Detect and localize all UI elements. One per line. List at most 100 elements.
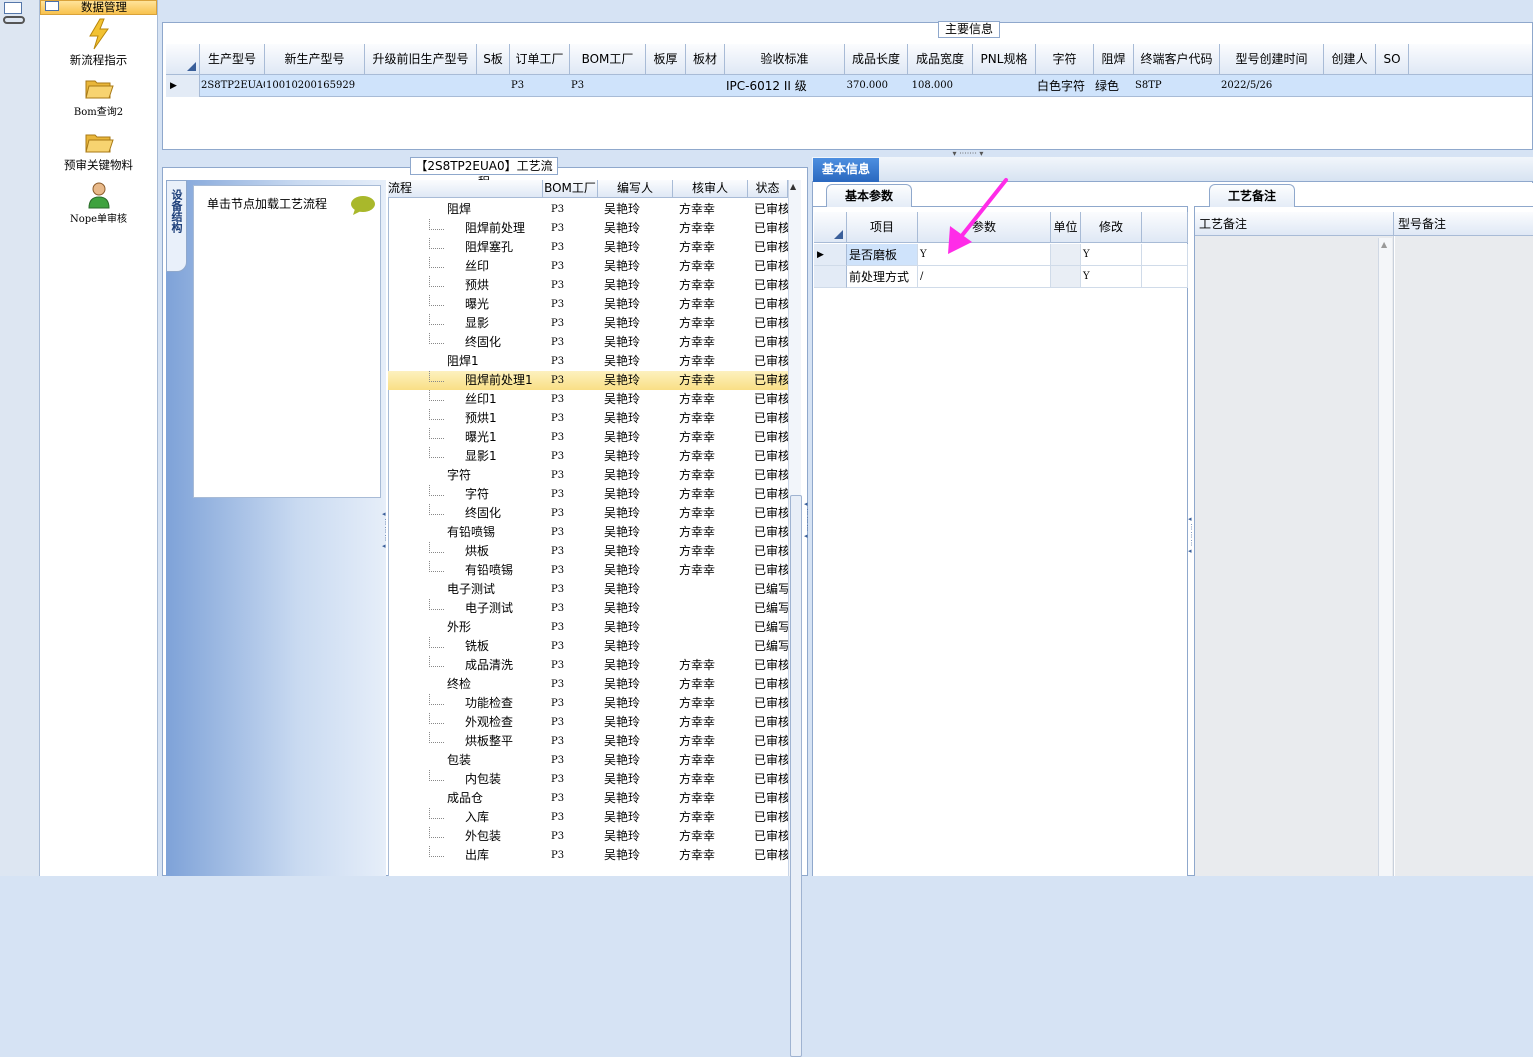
main-cell[interactable]: 2S8TP2EUA0 xyxy=(200,75,265,97)
main-col-header[interactable]: 字符 xyxy=(1036,44,1094,75)
process-tree-box[interactable]: 单击节点加载工艺流程 xyxy=(193,185,381,498)
process-row[interactable]: 显影1 P3 吴艳玲 方幸幸 已审核 xyxy=(388,447,788,466)
main-cell[interactable]: S8TP xyxy=(1134,75,1220,97)
vertical-splitter[interactable]: ◂ ⋮ ⋮ ⋮ ◂ xyxy=(804,500,811,570)
main-col-header[interactable]: 成品宽度 xyxy=(908,44,973,75)
main-cell[interactable] xyxy=(477,75,510,97)
main-cell[interactable]: P3 xyxy=(570,75,646,97)
nav-item-new-process[interactable]: 新流程指示 xyxy=(41,18,156,68)
main-col-header[interactable]: 阻焊 xyxy=(1094,44,1134,75)
process-row[interactable]: 丝印 P3 吴艳玲 方幸幸 已审核 xyxy=(388,257,788,276)
main-col-header[interactable]: 板材 xyxy=(686,44,725,75)
process-row[interactable]: −包装P3吴艳玲方幸幸已审核 xyxy=(388,751,788,770)
main-col-header[interactable]: 新生产型号 xyxy=(265,44,365,75)
main-cell[interactable]: 108.000 xyxy=(908,75,973,97)
param-col-header[interactable]: 项目 xyxy=(847,212,918,243)
process-row[interactable]: 内包装 P3 吴艳玲 方幸幸 已审核 xyxy=(388,770,788,789)
process-row[interactable]: 功能检查 P3 吴艳玲 方幸幸 已审核 xyxy=(388,694,788,713)
main-col-header[interactable]: 成品长度 xyxy=(845,44,908,75)
main-cell[interactable]: P3 xyxy=(510,75,570,97)
process-row[interactable]: 阻焊前处理1 P3 吴艳玲 方幸幸 已审核 xyxy=(388,371,788,390)
main-grid-corner[interactable] xyxy=(166,44,200,75)
process-row[interactable]: 终固化 P3 吴艳玲 方幸幸 已审核 xyxy=(388,504,788,523)
process-col-header[interactable]: 状态 xyxy=(748,180,788,198)
nav-item-nope-review[interactable]: Nope单审核 xyxy=(41,181,156,225)
param-cell-unit[interactable] xyxy=(1051,266,1081,288)
main-col-header[interactable]: 订单工厂 xyxy=(510,44,570,75)
main-cell[interactable] xyxy=(646,75,686,97)
process-row[interactable]: 曝光 P3 吴艳玲 方幸幸 已审核 xyxy=(388,295,788,314)
main-col-header[interactable]: 创建人 xyxy=(1324,44,1376,75)
process-row[interactable]: −成品仓P3吴艳玲方幸幸已审核 xyxy=(388,789,788,808)
main-cell[interactable]: 白色字符 xyxy=(1036,75,1094,97)
process-col-header[interactable]: 编写人 xyxy=(598,180,673,198)
tab-basic-params[interactable]: 基本参数 xyxy=(826,184,912,207)
process-row[interactable]: −电子测试P3吴艳玲已编写 xyxy=(388,580,788,599)
main-col-header[interactable]: 升级前旧生产型号 xyxy=(365,44,477,75)
process-row[interactable]: 电子测试 P3 吴艳玲 已编写 xyxy=(388,599,788,618)
process-col-header[interactable]: BOM工厂 xyxy=(543,180,598,198)
main-cell[interactable]: IPC-6012 II 级 xyxy=(725,75,845,97)
tab-process-notes[interactable]: 工艺备注 xyxy=(1209,184,1295,207)
nav-top-item[interactable]: 数据管理 xyxy=(40,0,157,15)
main-col-header[interactable]: SO xyxy=(1376,44,1409,75)
link-icon[interactable] xyxy=(3,16,25,24)
process-row[interactable]: 终固化 P3 吴艳玲 方幸幸 已审核 xyxy=(388,333,788,352)
main-cell[interactable] xyxy=(365,75,477,97)
tab-device-structure[interactable]: 设备结构 xyxy=(166,180,187,272)
process-row[interactable]: 丝印1 P3 吴艳玲 方幸幸 已审核 xyxy=(388,390,788,409)
main-cell[interactable] xyxy=(973,75,1036,97)
main-col-header[interactable]: 板厚 xyxy=(646,44,686,75)
process-row[interactable]: 显影 P3 吴艳玲 方幸幸 已审核 xyxy=(388,314,788,333)
process-row[interactable]: 阻焊前处理 P3 吴艳玲 方幸幸 已审核 xyxy=(388,219,788,238)
main-col-header[interactable]: 型号创建时间 xyxy=(1220,44,1324,75)
vertical-splitter[interactable]: ◂ ⋮ ⋮ ⋮ ◂ xyxy=(382,510,389,580)
main-col-header[interactable]: 终端客户代码 xyxy=(1134,44,1220,75)
process-row[interactable]: 预烘1 P3 吴艳玲 方幸幸 已审核 xyxy=(388,409,788,428)
notes-col-process[interactable]: 工艺备注 xyxy=(1195,212,1394,236)
param-cell-modify[interactable]: Y xyxy=(1081,266,1142,288)
param-cell-item[interactable]: 前处理方式 xyxy=(847,266,918,288)
calendar-icon[interactable] xyxy=(4,2,22,14)
main-cell[interactable]: 2022/5/26 xyxy=(1220,75,1324,97)
process-row[interactable]: 成品清洗 P3 吴艳玲 方幸幸 已审核 xyxy=(388,656,788,675)
scroll-thumb[interactable] xyxy=(790,495,802,1057)
notes-process-area[interactable] xyxy=(1195,236,1394,876)
process-row[interactable]: −有铅喷锡P3吴艳玲方幸幸已审核 xyxy=(388,523,788,542)
param-cell-unit[interactable] xyxy=(1051,244,1081,266)
process-row[interactable]: −阻焊P3吴艳玲方幸幸已审核 xyxy=(388,200,788,219)
notes-model-area[interactable] xyxy=(1395,236,1533,876)
param-col-header[interactable]: 单位 xyxy=(1051,212,1081,243)
process-row[interactable]: 预烘 P3 吴艳玲 方幸幸 已审核 xyxy=(388,276,788,295)
main-cell[interactable] xyxy=(1324,75,1376,97)
notes-scrollbar[interactable]: ▲ xyxy=(1378,238,1392,876)
main-col-header[interactable]: BOM工厂 xyxy=(570,44,646,75)
main-col-header[interactable]: 验收标准 xyxy=(725,44,845,75)
process-row[interactable]: 烘板整平 P3 吴艳玲 方幸幸 已审核 xyxy=(388,732,788,751)
main-cell[interactable]: 绿色 xyxy=(1094,75,1134,97)
process-row[interactable]: −字符P3吴艳玲方幸幸已审核 xyxy=(388,466,788,485)
notes-col-model[interactable]: 型号备注 xyxy=(1394,212,1533,236)
nav-item-bom-query[interactable]: Bom查询2 xyxy=(41,76,156,118)
param-cell-item[interactable]: 是否磨板 xyxy=(847,244,918,266)
process-row[interactable]: −外形P3吴艳玲已编写 xyxy=(388,618,788,637)
process-row[interactable]: 入库 P3 吴艳玲 方幸幸 已审核 xyxy=(388,808,788,827)
process-row[interactable]: 字符 P3 吴艳玲 方幸幸 已审核 xyxy=(388,485,788,504)
main-cell[interactable]: 370.000 xyxy=(845,75,908,97)
param-cell-modify[interactable]: Y xyxy=(1081,244,1142,266)
scroll-up-icon[interactable]: ▲ xyxy=(1381,240,1387,249)
scroll-up-icon[interactable]: ▲ xyxy=(790,182,796,191)
process-row[interactable]: 出库 P3 吴艳玲 方幸幸 已审核 xyxy=(388,846,788,865)
process-col-header[interactable]: 流程 xyxy=(388,180,543,198)
main-col-header[interactable]: 生产型号 xyxy=(200,44,265,75)
main-cell[interactable] xyxy=(686,75,725,97)
process-row[interactable]: 外观检查 P3 吴艳玲 方幸幸 已审核 xyxy=(388,713,788,732)
process-row[interactable]: −阻焊1P3吴艳玲方幸幸已审核 xyxy=(388,352,788,371)
process-row[interactable]: 外包装 P3 吴艳玲 方幸幸 已审核 xyxy=(388,827,788,846)
process-row[interactable]: 烘板 P3 吴艳玲 方幸幸 已审核 xyxy=(388,542,788,561)
process-row[interactable]: 曝光1 P3 吴艳玲 方幸幸 已审核 xyxy=(388,428,788,447)
process-row[interactable]: 阻焊塞孔 P3 吴艳玲 方幸幸 已审核 xyxy=(388,238,788,257)
main-col-header[interactable]: PNL规格 xyxy=(973,44,1036,75)
param-cell-param[interactable]: / xyxy=(918,266,1051,288)
main-cell[interactable] xyxy=(1376,75,1409,97)
